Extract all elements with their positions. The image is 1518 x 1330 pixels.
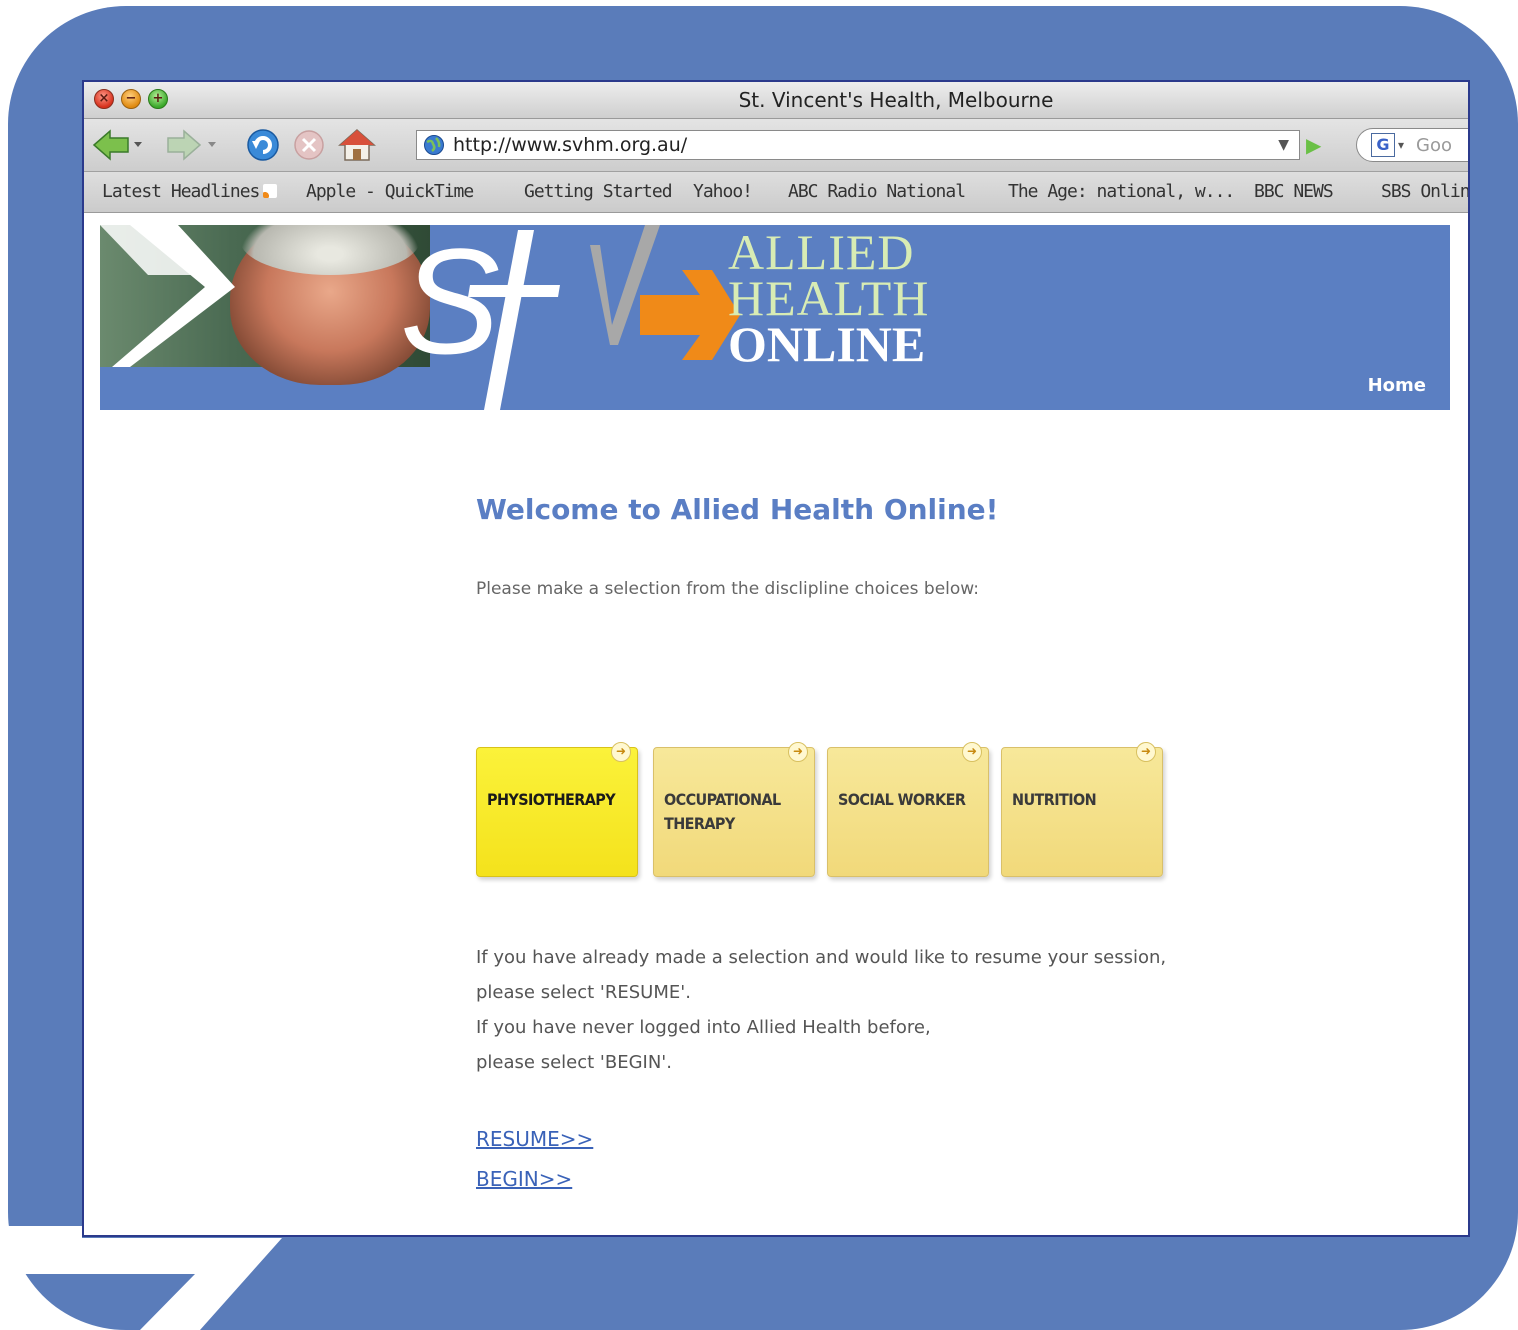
- allied-health-online-logo: ALLIED HEALTH ONLINE: [728, 225, 930, 372]
- url-dropdown-icon[interactable]: ▼: [1278, 137, 1289, 153]
- info-line: If you have never logged into Allied Hea…: [476, 1017, 931, 1038]
- back-arrow-icon: [92, 129, 142, 161]
- title-bar: × − + St. Vincent's Health, Melbourne: [84, 82, 1468, 119]
- logo-line-health: HEALTH: [728, 270, 930, 326]
- forward-arrow-icon: [167, 129, 216, 161]
- logo-line-online: ONLINE: [728, 316, 926, 372]
- bookmarks-toolbar: Latest Headlines Apple - QuickTime Getti…: [84, 172, 1468, 213]
- google-search-icon[interactable]: G: [1371, 133, 1395, 157]
- bookmark-abc-radio-national[interactable]: ABC Radio National: [788, 181, 966, 202]
- begin-link[interactable]: BEGIN>>: [476, 1159, 593, 1199]
- resume-link[interactable]: RESUME>>: [476, 1119, 593, 1159]
- session-links: RESUME>> BEGIN>>: [476, 1119, 593, 1199]
- page-title: Welcome to Allied Health Online!: [476, 493, 999, 526]
- frame-arrow-decoration: [0, 1226, 282, 1330]
- tile-label: OCCUPATIONAL THERAPY: [664, 790, 781, 833]
- forward-button[interactable]: [166, 127, 226, 163]
- search-box[interactable]: G ▾ Goo: [1356, 128, 1468, 162]
- tile-label: PHYSIOTHERAPY: [487, 790, 616, 809]
- bookmark-the-age[interactable]: The Age: national, w...: [1008, 181, 1235, 202]
- session-info-text: If you have already made a selection and…: [476, 940, 1166, 1080]
- search-engine-dropdown-icon[interactable]: ▾: [1398, 138, 1404, 152]
- tile-label: SOCIAL WORKER: [838, 790, 966, 809]
- svg-text:S: S: [400, 225, 500, 385]
- instruction-text: Please make a selection from the disclip…: [476, 579, 979, 599]
- reload-icon: [247, 129, 279, 161]
- bookmark-yahoo[interactable]: Yahoo!: [693, 181, 753, 202]
- arrow-icon: ➜: [1136, 742, 1156, 762]
- home-link[interactable]: Home: [1368, 375, 1426, 396]
- discipline-tile-nutrition[interactable]: ➜ NUTRITION: [1001, 742, 1163, 877]
- stop-button[interactable]: [290, 127, 328, 163]
- url-text: http://www.svhm.org.au/: [453, 134, 688, 156]
- tile-label: NUTRITION: [1012, 790, 1097, 809]
- info-line: please select 'BEGIN'.: [476, 1052, 672, 1073]
- discipline-tile-social-worker[interactable]: ➜ SOCIAL WORKER: [827, 742, 989, 877]
- go-button[interactable]: ▶: [1306, 133, 1321, 157]
- site-banner: S ALLIED HEALTH ONLINE Home: [100, 225, 1450, 410]
- home-button[interactable]: [338, 127, 376, 163]
- window-title: St. Vincent's Health, Melbourne: [738, 88, 1054, 112]
- arrow-icon: ➜: [611, 742, 631, 762]
- rss-icon: [263, 184, 278, 198]
- back-button[interactable]: [92, 127, 148, 163]
- stop-icon: [294, 130, 324, 160]
- reload-button[interactable]: [244, 127, 282, 163]
- arrow-icon: ➜: [788, 742, 808, 762]
- search-placeholder: Goo: [1416, 134, 1453, 156]
- bookmark-label: Latest Headlines: [102, 181, 260, 202]
- bookmark-bbc-news[interactable]: BBC NEWS: [1254, 181, 1334, 202]
- discipline-tile-occupational-therapy[interactable]: ➜ OCCUPATIONAL THERAPY: [653, 742, 815, 877]
- globe-icon: [424, 135, 444, 155]
- info-line: please select 'RESUME'.: [476, 982, 691, 1003]
- bookmark-getting-started[interactable]: Getting Started: [524, 181, 673, 202]
- web-page: S ALLIED HEALTH ONLINE Home Welcome to A…: [84, 213, 1468, 1235]
- bookmark-latest-headlines[interactable]: Latest Headlines: [102, 181, 278, 202]
- bookmark-sbs-online[interactable]: SBS Onlin: [1381, 181, 1468, 202]
- arrow-icon: ➜: [962, 742, 982, 762]
- navigation-toolbar: http://www.svhm.org.au/ ▼ ▶ G ▾ Goo: [84, 119, 1468, 172]
- address-bar[interactable]: http://www.svhm.org.au/ ▼: [416, 130, 1300, 160]
- browser-window: × − + St. Vincent's Health, Melbourne ht…: [82, 80, 1470, 1237]
- welcome-section: Welcome to Allied Health Online! Please …: [476, 493, 1276, 599]
- info-line: If you have already made a selection and…: [476, 947, 1167, 968]
- logo-line-allied: ALLIED: [728, 225, 915, 280]
- discipline-tile-physiotherapy[interactable]: ➜ PHYSIOTHERAPY: [476, 742, 638, 877]
- home-icon: [338, 128, 376, 161]
- bookmark-apple-quicktime[interactable]: Apple - QuickTime: [306, 181, 474, 202]
